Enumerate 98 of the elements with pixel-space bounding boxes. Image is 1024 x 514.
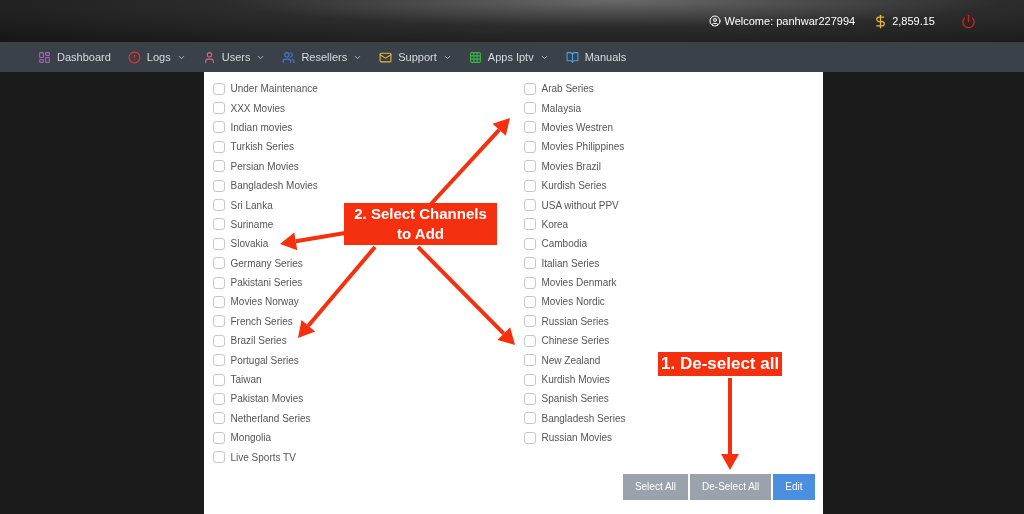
- checkbox[interactable]: [523, 237, 536, 250]
- channel-label: Netherland Series: [230, 411, 311, 426]
- checkbox[interactable]: [523, 431, 536, 444]
- checkbox[interactable]: [523, 334, 536, 347]
- checkbox[interactable]: [523, 140, 536, 153]
- channel-label: USA without PPV: [541, 198, 619, 213]
- checkbox[interactable]: [523, 412, 536, 425]
- checkbox[interactable]: [523, 218, 536, 231]
- book-icon: [565, 50, 579, 64]
- power-icon[interactable]: [961, 13, 976, 29]
- channel-label: Mongolia: [230, 431, 272, 446]
- channel-label: Movies Westren: [541, 120, 613, 135]
- checkbox[interactable]: [523, 373, 536, 386]
- checkbox[interactable]: [212, 412, 225, 425]
- welcome-text: Welcome: panhwar227994: [724, 13, 856, 29]
- nav-item[interactable]: Users: [221, 48, 251, 66]
- annotation-label: 2. Select Channels to Add: [344, 203, 497, 245]
- channel-label: New Zealand: [541, 353, 601, 368]
- channel-label: Arab Series: [541, 82, 594, 97]
- checkbox[interactable]: [212, 237, 225, 250]
- channel-label: Movies Norway: [230, 295, 299, 310]
- checkbox[interactable]: [212, 82, 225, 95]
- checkbox[interactable]: [212, 296, 225, 308]
- checkbox[interactable]: [212, 431, 225, 444]
- checkbox[interactable]: [523, 121, 536, 134]
- channel-label: Spanish Series: [541, 392, 609, 407]
- checkbox[interactable]: [523, 160, 536, 173]
- alert-icon: [127, 50, 141, 64]
- channel-label: Sri Lanka: [230, 198, 273, 213]
- channel-label: Taiwan: [230, 373, 262, 388]
- checkbox[interactable]: [212, 179, 225, 192]
- channel-label: Portugal Series: [230, 353, 299, 368]
- channel-label: Persian Movies: [230, 159, 299, 174]
- checkbox[interactable]: [212, 102, 225, 115]
- mail-icon: [379, 50, 393, 64]
- channel-label: Bangladesh Movies: [230, 179, 318, 194]
- users-icon: [282, 50, 296, 64]
- checkbox[interactable]: [523, 179, 536, 192]
- channel-label: Movies Nordic: [541, 295, 605, 310]
- annotation-label: 1. De-select all: [658, 352, 783, 376]
- checkbox[interactable]: [523, 102, 536, 115]
- nav-item[interactable]: Logs: [146, 48, 171, 66]
- channel-label: Movies Denmark: [541, 276, 617, 291]
- checkbox[interactable]: [523, 257, 536, 270]
- channel-label: Pakistan Movies: [230, 392, 304, 407]
- channel-label: Slovakia: [230, 237, 269, 252]
- checkbox[interactable]: [523, 315, 536, 328]
- channel-label: Russian Series: [541, 314, 609, 329]
- checkbox[interactable]: [523, 392, 536, 405]
- checkbox[interactable]: [212, 334, 225, 347]
- channel-label: Under Maintenance: [230, 82, 318, 97]
- channel-label: Suriname: [230, 217, 274, 232]
- channel-label: Korea: [541, 217, 569, 232]
- channel-label: Russian Movies: [541, 431, 613, 446]
- checkbox[interactable]: [212, 373, 225, 386]
- checkbox[interactable]: [212, 160, 225, 173]
- checkbox[interactable]: [523, 354, 536, 367]
- nav-item[interactable]: Apps Iptv: [487, 48, 534, 66]
- checkbox[interactable]: [212, 218, 225, 231]
- nav-item[interactable]: Dashboard: [57, 48, 111, 66]
- channel-label: Pakistani Series: [230, 276, 303, 291]
- channel-label: Chinese Series: [541, 334, 610, 349]
- checkbox[interactable]: [212, 276, 225, 289]
- channel-label: Cambodia: [541, 237, 588, 252]
- checkbox[interactable]: [523, 82, 536, 95]
- balance: 2,859.15: [892, 13, 935, 29]
- checkbox[interactable]: [212, 392, 225, 405]
- checkbox[interactable]: [523, 199, 536, 212]
- checkbox[interactable]: [523, 276, 536, 289]
- channel-label: Malaysia: [541, 101, 581, 116]
- checkbox[interactable]: [212, 315, 225, 328]
- nav-item[interactable]: Support: [398, 48, 437, 66]
- checkbox[interactable]: [523, 296, 536, 308]
- grid-icon: [468, 50, 482, 64]
- user-icon: [202, 50, 216, 64]
- checkbox[interactable]: [212, 121, 225, 134]
- user-icon: [708, 15, 721, 27]
- channel-label: Bangladesh Series: [541, 411, 626, 426]
- checkbox[interactable]: [212, 199, 225, 212]
- channel-label: Brazil Series: [230, 334, 287, 349]
- checkbox[interactable]: [212, 451, 225, 464]
- checkbox[interactable]: [212, 354, 225, 367]
- channel-label: Turkish Series: [230, 140, 295, 155]
- channel-label: Movies Philippines: [541, 140, 625, 155]
- channel-label: Live Sports TV: [230, 450, 296, 465]
- checkbox[interactable]: [212, 257, 225, 270]
- channel-label: Kurdish Series: [541, 179, 607, 194]
- channel-label: Kurdish Movies: [541, 373, 610, 388]
- channel-label: French Series: [230, 314, 293, 329]
- dashboard-icon: [38, 50, 51, 64]
- nav-item[interactable]: Resellers: [301, 48, 348, 66]
- channel-label: Movies Brazil: [541, 159, 601, 174]
- channel-label: Indian movies: [230, 120, 293, 135]
- channel-label: Germany Series: [230, 256, 303, 271]
- checkbox[interactable]: [212, 140, 225, 153]
- nav-item[interactable]: Manuals: [584, 48, 627, 66]
- channel-label: Italian Series: [541, 256, 600, 271]
- channel-label: XXX Movies: [230, 101, 285, 116]
